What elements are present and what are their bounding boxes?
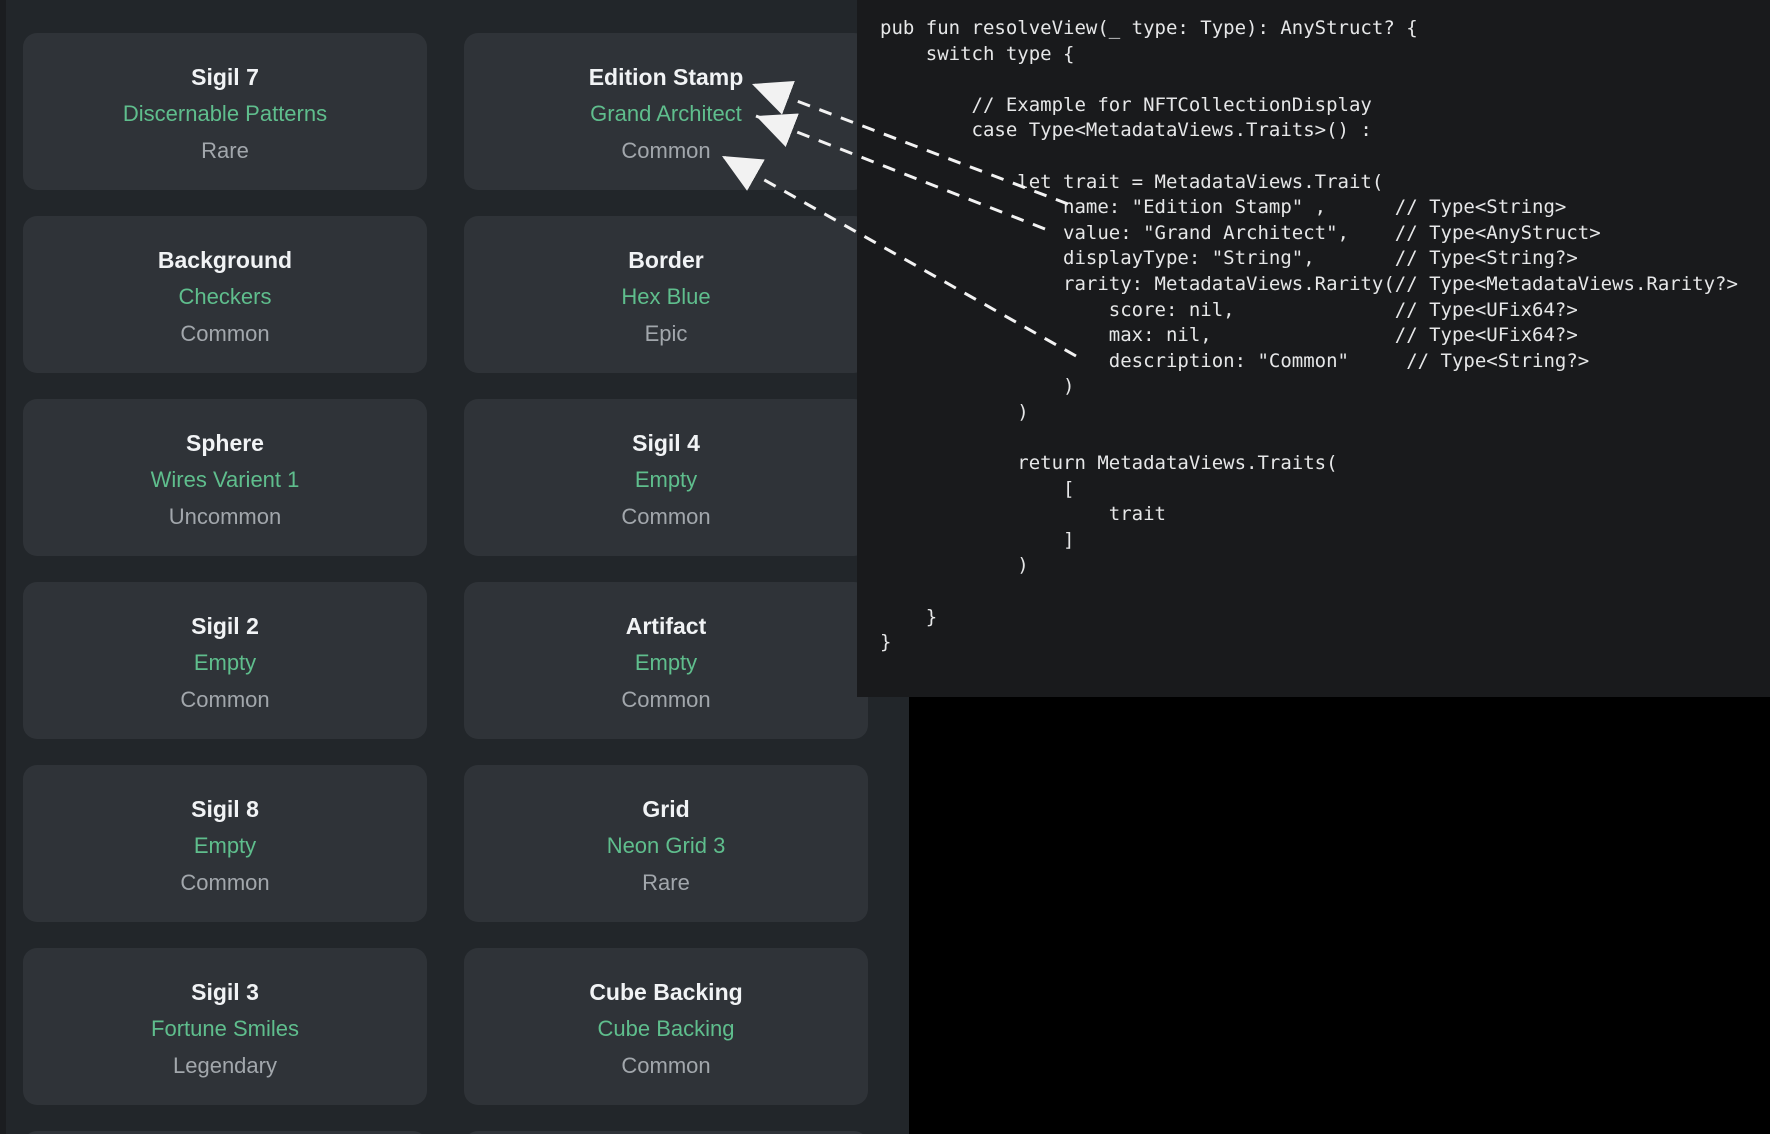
trait-title: Sigil 3 — [191, 979, 259, 1005]
trait-value: Wires Varient 1 — [151, 467, 300, 493]
trait-value: Grand Architect — [590, 101, 742, 127]
trait-card: Border Hex Blue Epic — [464, 216, 868, 373]
trait-rarity: Epic — [645, 321, 688, 347]
trait-page: Sigil 7 Discernable Patterns Rare Edition S… — [0, 0, 909, 1134]
trait-value: Cube Backing — [598, 1016, 735, 1042]
trait-rarity: Common — [621, 1053, 710, 1079]
trait-card: Sigil 3 Fortune Smiles Legendary — [23, 948, 427, 1105]
trait-title: Cube Backing — [589, 979, 742, 1005]
page-edge-strip — [0, 0, 6, 1134]
trait-title: Artifact — [626, 613, 707, 639]
trait-card: Sigil 7 Discernable Patterns Rare — [23, 33, 427, 190]
trait-card: Sigil 4 Empty Common — [464, 399, 868, 556]
trait-value: Hex Blue — [621, 284, 710, 310]
trait-rarity: Common — [180, 870, 269, 896]
trait-title: Sphere — [186, 430, 264, 456]
cadence-code: pub fun resolveView(_ type: Type): AnySt… — [857, 0, 1770, 656]
trait-rarity: Rare — [201, 138, 249, 164]
trait-rarity: Uncommon — [169, 504, 281, 530]
trait-card: Sigil 8 Empty Common — [23, 765, 427, 922]
trait-rarity: Common — [621, 138, 710, 164]
trait-rarity: Common — [180, 687, 269, 713]
trait-rarity: Common — [621, 687, 710, 713]
code-overlay-panel: pub fun resolveView(_ type: Type): AnySt… — [857, 0, 1770, 697]
trait-rarity: Common — [180, 321, 269, 347]
trait-card: Edition Stamp Grand Architect Common — [464, 33, 868, 190]
trait-title: Background — [158, 247, 292, 273]
trait-value: Empty — [635, 650, 697, 676]
trait-title: Sigil 7 — [191, 64, 259, 90]
trait-card: Sigil 2 Empty Common — [23, 582, 427, 739]
trait-grid: Sigil 7 Discernable Patterns Rare Edition S… — [23, 33, 868, 1134]
trait-card: Cube Backing Cube Backing Common — [464, 948, 868, 1105]
trait-value: Fortune Smiles — [151, 1016, 299, 1042]
trait-title: Edition Stamp — [589, 64, 744, 90]
trait-rarity: Common — [621, 504, 710, 530]
trait-rarity: Rare — [642, 870, 690, 896]
trait-title: Border — [628, 247, 703, 273]
trait-card: Sphere Wires Varient 1 Uncommon — [23, 399, 427, 556]
trait-title: Grid — [642, 796, 689, 822]
trait-title: Sigil 8 — [191, 796, 259, 822]
trait-title: Sigil 4 — [632, 430, 700, 456]
trait-card: Grid Neon Grid 3 Rare — [464, 765, 868, 922]
trait-value: Neon Grid 3 — [607, 833, 726, 859]
trait-value: Empty — [194, 650, 256, 676]
trait-value: Empty — [194, 833, 256, 859]
trait-value: Discernable Patterns — [123, 101, 327, 127]
trait-card: Background Checkers Common — [23, 216, 427, 373]
trait-rarity: Legendary — [173, 1053, 277, 1079]
trait-value: Empty — [635, 467, 697, 493]
trait-card: Artifact Empty Common — [464, 582, 868, 739]
trait-value: Checkers — [179, 284, 272, 310]
trait-title: Sigil 2 — [191, 613, 259, 639]
